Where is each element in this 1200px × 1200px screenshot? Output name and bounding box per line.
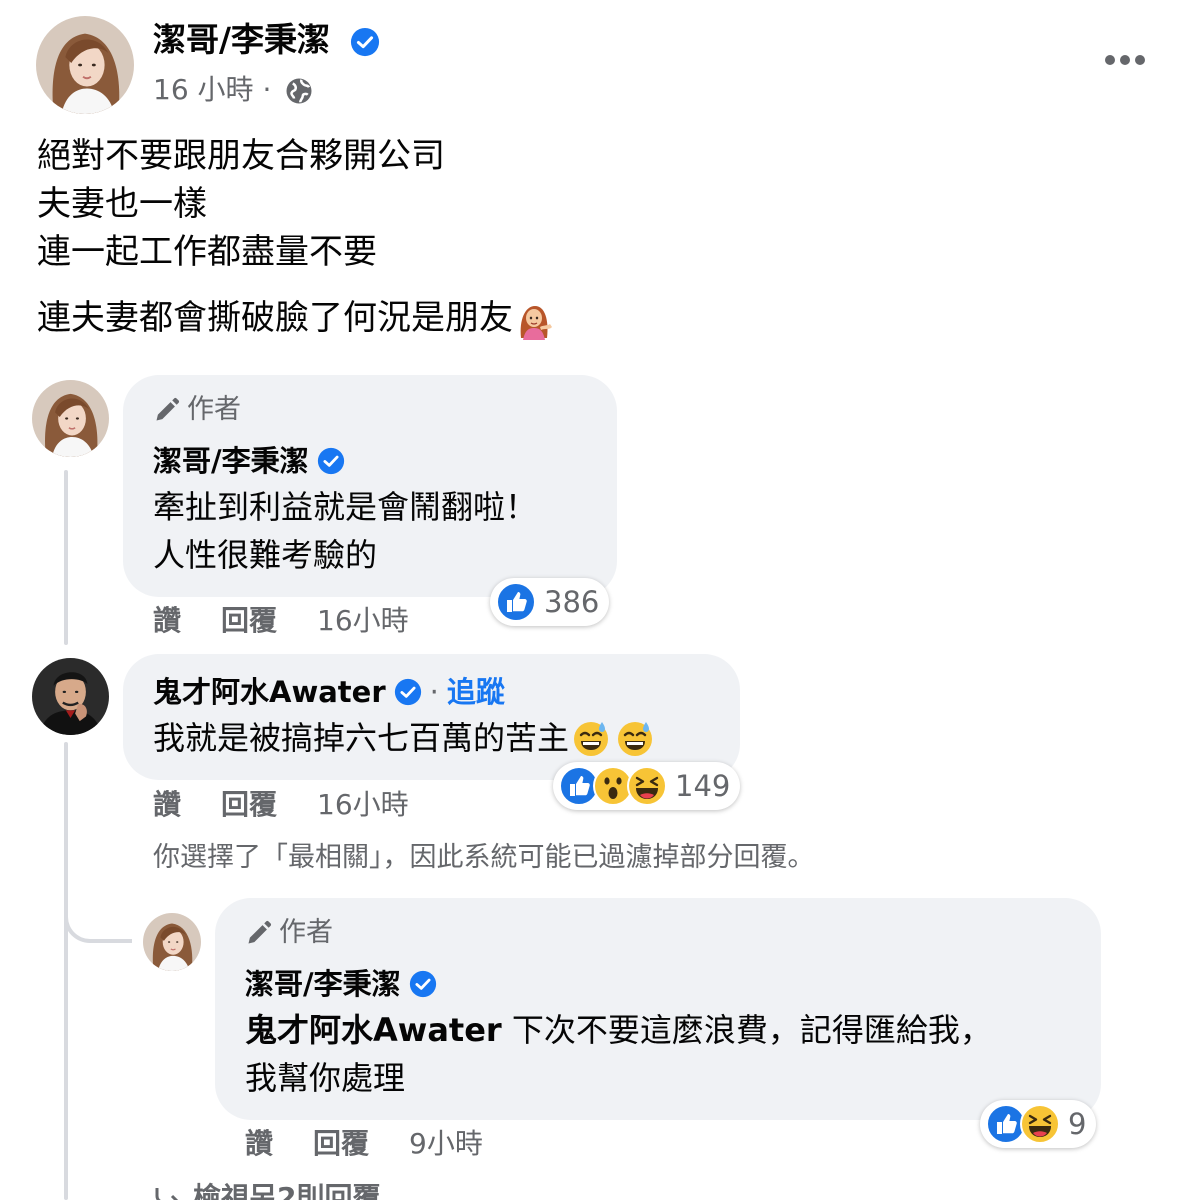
globe-icon [286, 78, 312, 104]
reply-text-line: 我幫你處理 [245, 1059, 406, 1097]
reply-arrow-icon [155, 1188, 179, 1200]
post-author-name-text[interactable]: 潔哥/李秉潔 [153, 20, 330, 59]
meta-separator: · [262, 73, 272, 106]
post-meta: 16 小時 · [153, 70, 314, 110]
follow-button[interactable]: 追蹤 [447, 670, 505, 714]
reply-button[interactable]: 回覆 [221, 785, 277, 825]
reaction-summary[interactable]: 149 [553, 762, 741, 810]
view-more-label[interactable]: 檢視另2則回覆 [193, 1178, 380, 1200]
reply-author-name[interactable]: 潔哥/李秉潔 [245, 962, 1071, 1006]
verified-badge-icon [350, 27, 380, 57]
comment-avatar[interactable] [32, 658, 109, 735]
author-badge: 作者 [245, 914, 1071, 952]
post-line: 連一起工作都盡量不要 [37, 232, 377, 272]
grinning-sweat-emoji [615, 718, 655, 758]
comment-bubble: 作者 潔哥/李秉潔 牽扯到利益就是會鬧翻啦！ 人性很難考驗的 [123, 375, 617, 597]
view-more-replies[interactable]: 檢視另2則回覆 [153, 1178, 380, 1200]
reaction-count: 386 [544, 585, 600, 619]
author-badge-label: 作者 [187, 394, 241, 425]
post-line: 連夫妻都會撕破臉了何況是朋友 [37, 294, 555, 342]
reply-button[interactable]: 回覆 [313, 1124, 369, 1164]
comment-text-line: 人性很難考驗的 [153, 536, 378, 574]
thread-line [64, 742, 68, 1200]
reply-button[interactable]: 回覆 [221, 601, 277, 641]
like-button[interactable]: 讚 [245, 1124, 273, 1164]
haha-reaction-icon [1020, 1104, 1060, 1144]
grinning-sweat-emoji [571, 718, 611, 758]
more-options-icon[interactable] [1102, 48, 1148, 72]
reply-connector [64, 885, 132, 943]
mention-link[interactable]: 鬼才阿水Awater [245, 1011, 502, 1049]
post-line: 絕對不要跟朋友合夥開公司 [37, 136, 445, 176]
comment-author-name-text[interactable]: 鬼才阿水Awater [153, 670, 386, 714]
verified-badge-icon [394, 678, 422, 706]
post-author-name[interactable]: 潔哥/李秉潔 [153, 18, 380, 62]
reaction-summary[interactable]: 386 [490, 578, 610, 626]
verified-badge-icon [317, 447, 345, 475]
reply-author-name-text[interactable]: 潔哥/李秉潔 [245, 962, 401, 1006]
comment-timestamp[interactable]: 16小時 [317, 785, 409, 825]
comment-actions: 讚 回覆 16小時 [153, 601, 409, 641]
separator-dot: · [429, 675, 439, 709]
pencil-icon [153, 396, 181, 424]
post-line: 夫妻也一樣 [37, 184, 207, 224]
like-button[interactable]: 讚 [153, 601, 181, 641]
like-button[interactable]: 讚 [153, 785, 181, 825]
comment-author-name-text[interactable]: 潔哥/李秉潔 [153, 439, 309, 483]
filter-notice: 你選擇了「最相關」，因此系統可能已過濾掉部分回覆。 [153, 842, 815, 873]
post-timestamp[interactable]: 16 小時 [153, 73, 254, 106]
reply-actions: 讚 回覆 9小時 [245, 1124, 483, 1164]
author-badge-label: 作者 [279, 917, 333, 948]
reply-bubble: 作者 潔哥/李秉潔 鬼才阿水Awater 下次不要這麼浪費，記得匯給我， 我幫你… [215, 898, 1101, 1120]
post-author-avatar[interactable] [36, 16, 134, 114]
reaction-count: 149 [675, 769, 731, 803]
comment-actions: 讚 回覆 16小時 [153, 785, 409, 825]
like-reaction-icon [496, 582, 536, 622]
pencil-icon [245, 919, 273, 947]
comment-author-name[interactable]: 鬼才阿水Awater · 追蹤 [153, 670, 710, 714]
author-badge: 作者 [153, 391, 587, 429]
comment-text: 我就是被搞掉六七百萬的苦主 [153, 714, 710, 762]
verified-badge-icon [409, 970, 437, 998]
reply-text-line: 鬼才阿水Awater 下次不要這麼浪費，記得匯給我， [245, 1011, 992, 1049]
woman-tipping-hand-emoji [520, 305, 552, 340]
thread-line [64, 470, 68, 645]
comment-avatar[interactable] [32, 380, 109, 457]
haha-reaction-icon [627, 766, 667, 806]
reply-avatar[interactable] [143, 913, 201, 971]
comment-author-name[interactable]: 潔哥/李秉潔 [153, 439, 587, 483]
post-body: 絕對不要跟朋友合夥開公司 夫妻也一樣 連一起工作都盡量不要 連夫妻都會撕破臉了何… [37, 132, 555, 342]
comment-timestamp[interactable]: 16小時 [317, 601, 409, 641]
reply-timestamp[interactable]: 9小時 [409, 1124, 483, 1164]
reaction-summary[interactable]: 9 [980, 1100, 1097, 1148]
comment-text-line: 牽扯到利益就是會鬧翻啦！ [153, 488, 538, 526]
reaction-count: 9 [1068, 1107, 1087, 1141]
